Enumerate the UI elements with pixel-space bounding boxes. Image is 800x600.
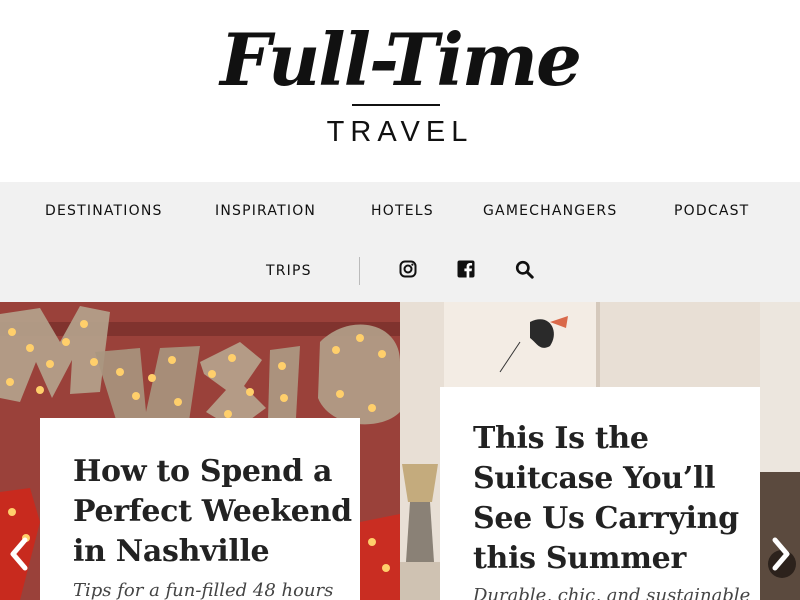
logo-divider: [352, 104, 440, 106]
nav-item-gamechangers[interactable]: GAMECHANGERS: [483, 202, 617, 220]
search-icon[interactable]: [515, 260, 535, 280]
nav-item-destinations[interactable]: DESTINATIONS: [45, 202, 163, 220]
article-subtitle: Durable, chic, and sustainable: [473, 585, 751, 600]
article-title-line[interactable]: Suitcase You’ll: [473, 459, 716, 499]
instagram-icon[interactable]: [399, 260, 419, 280]
chevron-left-icon[interactable]: [6, 534, 32, 574]
nav-item-hotels[interactable]: HOTELS: [371, 202, 434, 220]
nav-divider: [359, 257, 360, 285]
article-title-line[interactable]: See Us Carrying: [473, 499, 739, 539]
chevron-right-icon[interactable]: [768, 534, 794, 574]
article-title-line[interactable]: in Nashville: [73, 532, 270, 572]
article-title-line[interactable]: This Is the: [473, 419, 649, 459]
article-title-line[interactable]: Perfect Weekend: [73, 492, 352, 532]
main-navigation: DESTINATIONS INSPIRATION HOTELS GAMECHAN…: [0, 182, 800, 302]
article-subtitle: Tips for a fun-filled 48 hours: [73, 580, 334, 600]
nav-item-trips[interactable]: TRIPS: [266, 262, 312, 280]
article-card-suitcase[interactable]: This Is the Suitcase You’ll See Us Carry…: [440, 387, 760, 600]
article-card-nashville[interactable]: How to Spend a Perfect Weekend in Nashvi…: [40, 418, 360, 600]
featured-carousel: How to Spend a Perfect Weekend in Nashvi…: [0, 302, 800, 600]
facebook-icon[interactable]: [457, 260, 477, 280]
nav-item-inspiration[interactable]: INSPIRATION: [215, 202, 316, 220]
site-header: Full-Time TRAVEL: [0, 0, 800, 182]
logo-subtitle[interactable]: TRAVEL: [0, 114, 800, 150]
article-title-line[interactable]: this Summer: [473, 539, 686, 579]
nav-item-podcast[interactable]: PODCAST: [674, 202, 749, 220]
article-title-line[interactable]: How to Spend a: [73, 452, 332, 492]
logo-title[interactable]: Full-Time: [0, 18, 800, 102]
